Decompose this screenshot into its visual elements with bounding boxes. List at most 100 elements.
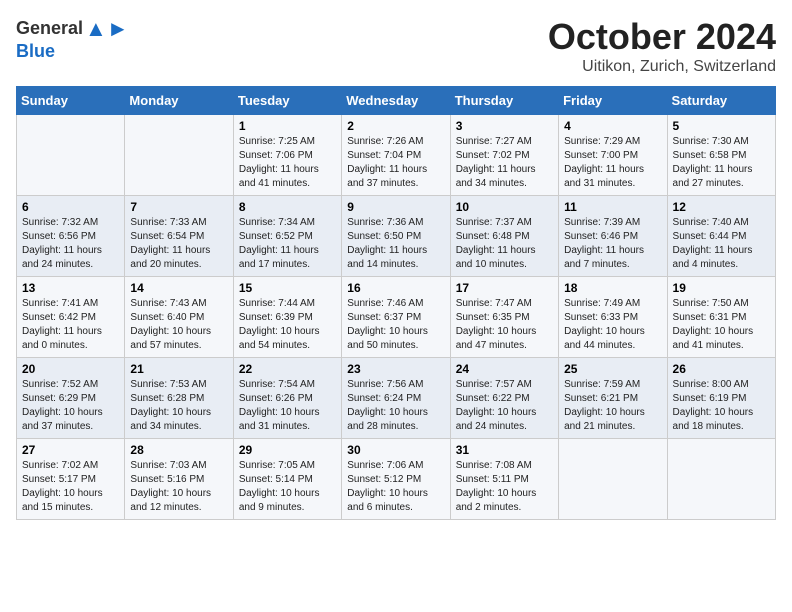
day-number: 12 [673,200,770,214]
day-info: Sunrise: 7:41 AMSunset: 6:42 PMDaylight:… [22,297,119,353]
calendar-table: SundayMondayTuesdayWednesdayThursdayFrid… [16,86,776,520]
day-number: 31 [456,443,553,457]
logo-text-blue: Blue [16,42,129,62]
calendar-cell [17,115,125,196]
day-number: 10 [456,200,553,214]
calendar-cell: 20 Sunrise: 7:52 AMSunset: 6:29 PMDayligh… [17,358,125,439]
day-info: Sunrise: 7:34 AMSunset: 6:52 PMDaylight:… [239,216,336,272]
day-number: 11 [564,200,661,214]
calendar-cell: 24 Sunrise: 7:57 AMSunset: 6:22 PMDayligh… [450,358,558,439]
day-info: Sunrise: 8:00 AMSunset: 6:19 PMDaylight:… [673,378,770,434]
day-info: Sunrise: 7:37 AMSunset: 6:48 PMDaylight:… [456,216,553,272]
day-info: Sunrise: 7:52 AMSunset: 6:29 PMDaylight:… [22,378,119,434]
day-number: 26 [673,362,770,376]
day-info: Sunrise: 7:39 AMSunset: 6:46 PMDaylight:… [564,216,661,272]
calendar-cell: 2Sunrise: 7:26 AMSunset: 7:04 PMDaylight… [342,115,450,196]
calendar-week-row: 27 Sunrise: 7:02 AMSunset: 5:17 PMDayligh… [17,439,776,520]
calendar-cell: 16Sunrise: 7:46 AMSunset: 6:37 PMDayligh… [342,277,450,358]
day-number: 15 [239,281,336,295]
day-number: 17 [456,281,553,295]
title-section: October 2024 Uitikon, Zurich, Switzerlan… [548,16,776,76]
day-number: 2 [347,119,444,133]
day-number: 1 [239,119,336,133]
day-info: Sunrise: 7:33 AMSunset: 6:54 PMDaylight:… [130,216,227,272]
day-number: 3 [456,119,553,133]
weekday-header-friday: Friday [559,87,667,115]
calendar-cell: 11 Sunrise: 7:39 AMSunset: 6:46 PMDayligh… [559,196,667,277]
day-info: Sunrise: 7:57 AMSunset: 6:22 PMDaylight:… [456,378,553,434]
calendar-cell [559,439,667,520]
calendar-cell: 6 Sunrise: 7:32 AMSunset: 6:56 PMDaylight… [17,196,125,277]
calendar-week-row: 20 Sunrise: 7:52 AMSunset: 6:29 PMDayligh… [17,358,776,439]
month-title: October 2024 [548,16,776,58]
calendar-cell: 27 Sunrise: 7:02 AMSunset: 5:17 PMDayligh… [17,439,125,520]
day-info: Sunrise: 7:03 AMSunset: 5:16 PMDaylight:… [130,459,227,515]
calendar-cell: 18Sunrise: 7:49 AMSunset: 6:33 PMDayligh… [559,277,667,358]
calendar-cell: 12Sunrise: 7:40 AMSunset: 6:44 PMDayligh… [667,196,775,277]
calendar-cell: 10 Sunrise: 7:37 AMSunset: 6:48 PMDayligh… [450,196,558,277]
weekday-header-sunday: Sunday [17,87,125,115]
day-info: Sunrise: 7:49 AMSunset: 6:33 PMDaylight:… [564,297,661,353]
day-number: 29 [239,443,336,457]
day-number: 24 [456,362,553,376]
logo-text-general: General [16,19,83,39]
day-info: Sunrise: 7:44 AMSunset: 6:39 PMDaylight:… [239,297,336,353]
location-title: Uitikon, Zurich, Switzerland [548,58,776,76]
day-number: 4 [564,119,661,133]
calendar-cell: 7 Sunrise: 7:33 AMSunset: 6:54 PMDaylight… [125,196,233,277]
calendar-cell: 5 Sunrise: 7:30 AMSunset: 6:58 PMDaylight… [667,115,775,196]
calendar-week-row: 1 Sunrise: 7:25 AMSunset: 7:06 PMDaylight… [17,115,776,196]
day-info: Sunrise: 7:59 AMSunset: 6:21 PMDaylight:… [564,378,661,434]
calendar-cell: 3 Sunrise: 7:27 AMSunset: 7:02 PMDaylight… [450,115,558,196]
day-number: 5 [673,119,770,133]
calendar-cell: 9Sunrise: 7:36 AMSunset: 6:50 PMDaylight… [342,196,450,277]
day-number: 21 [130,362,227,376]
day-info: Sunrise: 7:32 AMSunset: 6:56 PMDaylight:… [22,216,119,272]
calendar-cell: 15 Sunrise: 7:44 AMSunset: 6:39 PMDayligh… [233,277,341,358]
day-info: Sunrise: 7:30 AMSunset: 6:58 PMDaylight:… [673,135,770,191]
day-info: Sunrise: 7:43 AMSunset: 6:40 PMDaylight:… [130,297,227,353]
calendar-cell: 22 Sunrise: 7:54 AMSunset: 6:26 PMDayligh… [233,358,341,439]
day-number: 27 [22,443,119,457]
calendar-cell: 17 Sunrise: 7:47 AMSunset: 6:35 PMDayligh… [450,277,558,358]
day-number: 14 [130,281,227,295]
day-number: 23 [347,362,444,376]
day-info: Sunrise: 7:02 AMSunset: 5:17 PMDaylight:… [22,459,119,515]
calendar-cell: 14 Sunrise: 7:43 AMSunset: 6:40 PMDayligh… [125,277,233,358]
day-info: Sunrise: 7:47 AMSunset: 6:35 PMDaylight:… [456,297,553,353]
day-number: 25 [564,362,661,376]
day-number: 19 [673,281,770,295]
day-info: Sunrise: 7:06 AMSunset: 5:12 PMDaylight:… [347,459,444,515]
day-number: 13 [22,281,119,295]
calendar-cell: 4Sunrise: 7:29 AMSunset: 7:00 PMDaylight… [559,115,667,196]
calendar-cell [125,115,233,196]
day-info: Sunrise: 7:53 AMSunset: 6:28 PMDaylight:… [130,378,227,434]
day-number: 20 [22,362,119,376]
day-number: 30 [347,443,444,457]
calendar-cell: 19Sunrise: 7:50 AMSunset: 6:31 PMDayligh… [667,277,775,358]
day-number: 8 [239,200,336,214]
calendar-cell: 30 Sunrise: 7:06 AMSunset: 5:12 PMDayligh… [342,439,450,520]
day-number: 6 [22,200,119,214]
calendar-cell: 1 Sunrise: 7:25 AMSunset: 7:06 PMDaylight… [233,115,341,196]
day-info: Sunrise: 7:36 AMSunset: 6:50 PMDaylight:… [347,216,444,272]
calendar-cell: 25 Sunrise: 7:59 AMSunset: 6:21 PMDayligh… [559,358,667,439]
day-info: Sunrise: 7:54 AMSunset: 6:26 PMDaylight:… [239,378,336,434]
day-info: Sunrise: 7:05 AMSunset: 5:14 PMDaylight:… [239,459,336,515]
calendar-week-row: 13 Sunrise: 7:41 AMSunset: 6:42 PMDayligh… [17,277,776,358]
day-info: Sunrise: 7:25 AMSunset: 7:06 PMDaylight:… [239,135,336,191]
calendar-cell: 21 Sunrise: 7:53 AMSunset: 6:28 PMDayligh… [125,358,233,439]
logo-bird-icon: ▲► [85,16,129,42]
calendar-cell [667,439,775,520]
day-number: 22 [239,362,336,376]
day-info: Sunrise: 7:56 AMSunset: 6:24 PMDaylight:… [347,378,444,434]
weekday-header-tuesday: Tuesday [233,87,341,115]
calendar-cell: 13 Sunrise: 7:41 AMSunset: 6:42 PMDayligh… [17,277,125,358]
calendar-cell: 23 Sunrise: 7:56 AMSunset: 6:24 PMDayligh… [342,358,450,439]
day-info: Sunrise: 7:27 AMSunset: 7:02 PMDaylight:… [456,135,553,191]
day-info: Sunrise: 7:08 AMSunset: 5:11 PMDaylight:… [456,459,553,515]
calendar-cell: 8 Sunrise: 7:34 AMSunset: 6:52 PMDaylight… [233,196,341,277]
calendar-cell: 29 Sunrise: 7:05 AMSunset: 5:14 PMDayligh… [233,439,341,520]
day-number: 28 [130,443,227,457]
day-number: 7 [130,200,227,214]
